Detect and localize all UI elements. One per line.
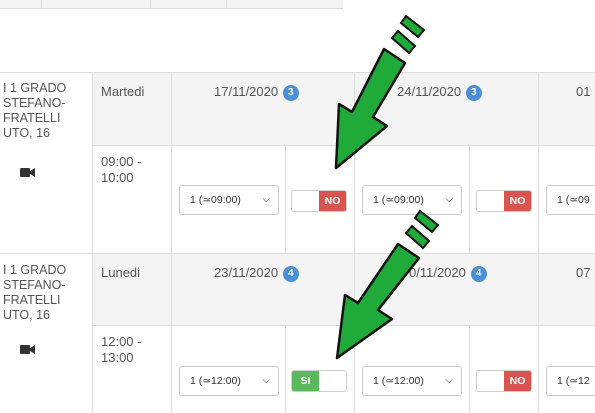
annotation-arrows — [334, 14, 440, 360]
arrow-icon — [335, 209, 440, 360]
arrow-icon — [334, 14, 426, 170]
